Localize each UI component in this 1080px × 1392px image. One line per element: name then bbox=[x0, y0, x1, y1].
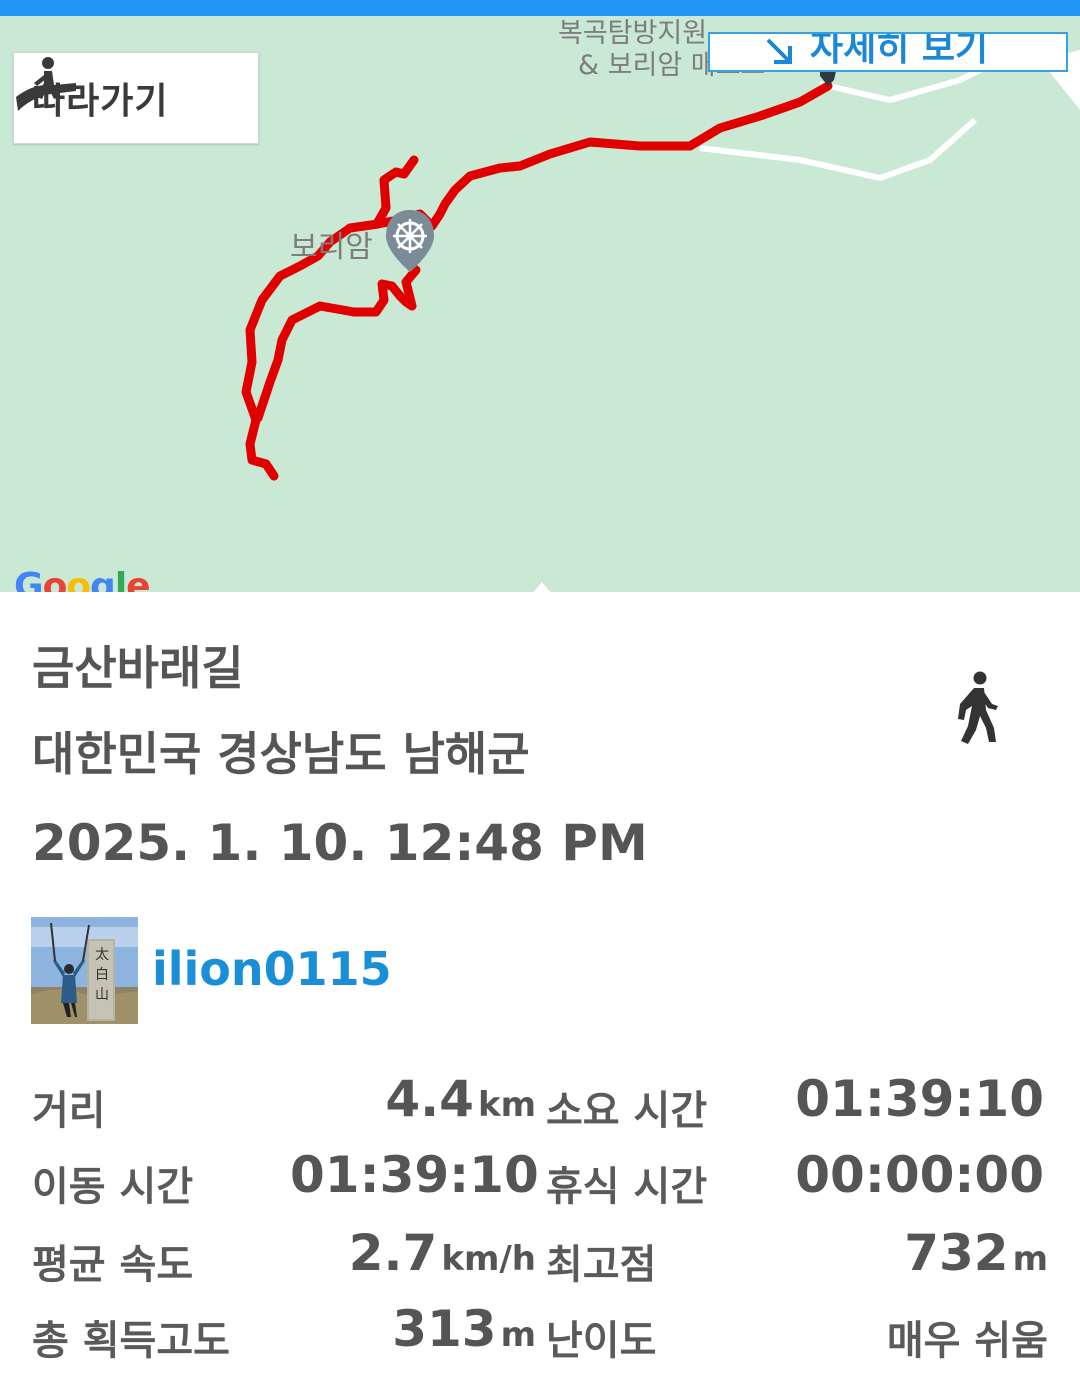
max-elevation-number: 732 bbox=[904, 1224, 1009, 1282]
hiker-follow-icon bbox=[16, 57, 76, 111]
view-detail-button[interactable]: 자세히 보기 bbox=[708, 32, 1068, 72]
moving-time-value: 01:39:10 bbox=[290, 1146, 539, 1204]
distance-number: 4.4 bbox=[385, 1070, 474, 1128]
total-gain-number: 313 bbox=[392, 1300, 497, 1358]
poi-label-temple: 보리암 bbox=[290, 230, 373, 265]
google-logo-letter: o bbox=[42, 566, 68, 592]
total-gain-label: 총 획득고도 bbox=[32, 1318, 230, 1364]
avg-speed-label: 평균 속도 bbox=[32, 1242, 194, 1288]
distance-value: 4.4 km bbox=[300, 1070, 536, 1128]
total-gain-unit: m bbox=[500, 1315, 536, 1355]
avg-speed-value: 2.7 km/h bbox=[300, 1224, 536, 1282]
total-time-label: 소요 시간 bbox=[546, 1088, 708, 1134]
avg-speed-unit: km/h bbox=[441, 1239, 536, 1279]
max-elevation-label: 최고점 bbox=[546, 1242, 657, 1288]
google-logo-letter: e bbox=[126, 566, 150, 592]
moving-time-label: 이동 시간 bbox=[32, 1164, 194, 1210]
google-logo-letter: o bbox=[66, 566, 91, 592]
gps-track bbox=[253, 265, 421, 423]
google-logo-letter: l bbox=[114, 566, 127, 592]
max-elevation-value: 732 m bbox=[760, 1224, 1048, 1282]
view-detail-label: 자세히 보기 bbox=[810, 32, 989, 69]
distance-unit: km bbox=[477, 1085, 536, 1125]
rest-time-value: 00:00:00 bbox=[795, 1146, 1044, 1204]
google-logo-letter: G bbox=[14, 566, 44, 592]
distance-label: 거리 bbox=[32, 1088, 106, 1134]
temple-pin-icon bbox=[386, 210, 434, 272]
info-window-pointer bbox=[520, 582, 564, 592]
rest-time-label: 휴식 시간 bbox=[546, 1164, 708, 1210]
google-logo-letter: g bbox=[90, 566, 116, 592]
difficulty-value: 매우 쉬움 bbox=[886, 1318, 1048, 1364]
follow-button[interactable]: 따라가기 bbox=[13, 52, 259, 144]
top-accent-bar bbox=[0, 0, 1080, 16]
max-elevation-unit: m bbox=[1012, 1239, 1048, 1279]
trail-info-panel: 금산바래길 대한민국 경상남도 남해군 2025. 1. 10. 12:48 P… bbox=[0, 592, 1080, 1392]
total-time-value: 01:39:10 bbox=[795, 1070, 1044, 1128]
total-gain-value: 313 m bbox=[300, 1300, 536, 1358]
stats-grid: 거리 4.4 km 소요 시간 01:39:10 이동 시간 01:39:10 휴… bbox=[0, 592, 1080, 1392]
difficulty-label: 난이도 bbox=[546, 1318, 657, 1364]
road bbox=[699, 117, 977, 182]
arrow-down-right-icon bbox=[766, 38, 792, 64]
avg-speed-number: 2.7 bbox=[348, 1224, 438, 1282]
google-logo: Google bbox=[14, 566, 151, 592]
gps-track bbox=[241, 81, 833, 481]
map-view[interactable]: 복곡탐방지원 & 보리암 매표소 보리암 따라가기 자세히 보기 Google bbox=[0, 16, 1080, 592]
